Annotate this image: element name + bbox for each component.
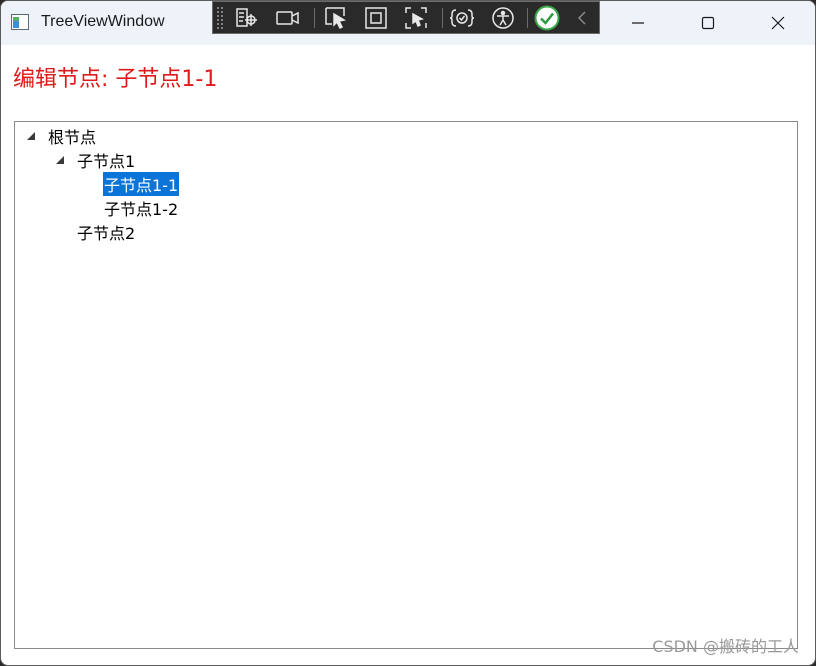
tree-node-label: 子节点2 xyxy=(77,224,136,243)
expand-arrow-icon[interactable] xyxy=(27,132,35,140)
app-window-icon xyxy=(11,14,29,30)
tree-node-label: 子节点1-2 xyxy=(104,200,179,219)
status-check-button[interactable] xyxy=(533,5,561,31)
tree-node-child-1-2[interactable]: 子节点1-2 xyxy=(103,197,179,219)
select-element-button[interactable] xyxy=(322,5,350,31)
check-icon xyxy=(534,5,560,31)
display-layout-adorners-icon xyxy=(365,7,387,29)
track-focus-icon xyxy=(405,7,427,29)
expand-arrow-icon[interactable] xyxy=(56,156,64,164)
maximize-button[interactable] xyxy=(673,1,743,45)
window-title: TreeViewWindow xyxy=(41,13,165,30)
record-button[interactable] xyxy=(274,5,302,31)
track-focus-button[interactable] xyxy=(402,5,430,31)
tree-node-child-2[interactable]: 子节点2 xyxy=(76,221,136,243)
tree-node-label: 根节点 xyxy=(48,128,97,147)
minimize-button[interactable] xyxy=(603,1,673,45)
edit-node-heading: 编辑节点: 子节点1-1 xyxy=(13,67,218,92)
close-icon xyxy=(771,16,785,30)
app-window: TreeViewWindow 编辑节点: 子节点1-1 根节点 子节点1 子节点… xyxy=(0,0,816,666)
tree-node-label: 子节点1 xyxy=(77,152,136,171)
maximize-icon xyxy=(701,16,715,30)
accessibility-checker-button[interactable] xyxy=(489,5,517,31)
accessibility-icon xyxy=(492,7,514,29)
chevron-left-icon xyxy=(577,11,586,25)
tree-view[interactable]: 根节点 子节点1 子节点1-1 子节点1-2 子节点2 xyxy=(14,121,798,649)
select-element-icon xyxy=(325,7,347,30)
live-visual-tree-button[interactable] xyxy=(233,5,261,31)
display-layout-adorners-button[interactable] xyxy=(362,5,390,31)
tree-node-child-1-1[interactable]: 子节点1-1 xyxy=(103,172,180,196)
toolbar-grip[interactable] xyxy=(216,6,224,30)
tree-node-label-selected: 子节点1-1 xyxy=(103,172,180,196)
title-bar[interactable]: TreeViewWindow xyxy=(1,1,815,45)
xaml-debug-toolbar xyxy=(212,1,600,34)
tree-node-child-1[interactable]: 子节点1 xyxy=(56,149,136,171)
live-visual-tree-icon xyxy=(236,8,257,27)
watermark: CSDN @搬砖的工人 xyxy=(652,637,799,656)
collapse-toolbar-button[interactable] xyxy=(569,5,597,31)
binding-failures-icon xyxy=(449,9,475,27)
tree-node-root[interactable]: 根节点 xyxy=(27,125,97,147)
close-button[interactable] xyxy=(743,1,813,45)
minimize-icon xyxy=(632,22,644,24)
binding-failures-button[interactable] xyxy=(448,5,476,31)
video-camera-icon xyxy=(276,11,299,25)
